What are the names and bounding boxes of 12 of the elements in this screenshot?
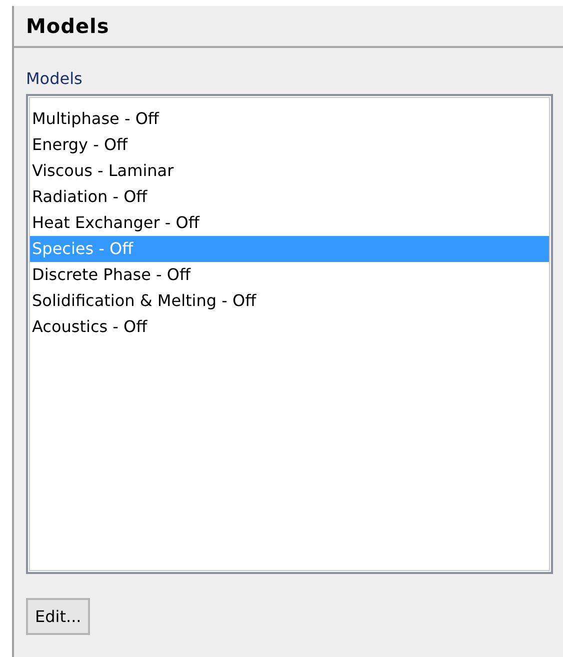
list-item[interactable]: Viscous - Laminar [30,158,549,184]
edit-button[interactable]: Edit... [26,598,90,635]
list-item[interactable]: Discrete Phase - Off [30,262,549,288]
list-label: Models [26,70,84,88]
list-item[interactable]: Acoustics - Off [30,314,549,340]
list-item[interactable]: Solidification & Melting - Off [30,288,549,314]
list-item[interactable]: Radiation - Off [30,184,549,210]
list-item[interactable]: Energy - Off [30,132,549,158]
panel-title: Models [26,13,110,40]
list-item[interactable]: Heat Exchanger - Off [30,210,549,236]
list-item[interactable]: Multiphase - Off [30,106,549,132]
models-list[interactable]: Multiphase - Off Energy - Off Viscous - Laminar Radiation - Off Heat Exchanger - Off Species - Off Discrete Phase - Off Solidification & Melting - Off Acoustics - Off [26,94,553,574]
